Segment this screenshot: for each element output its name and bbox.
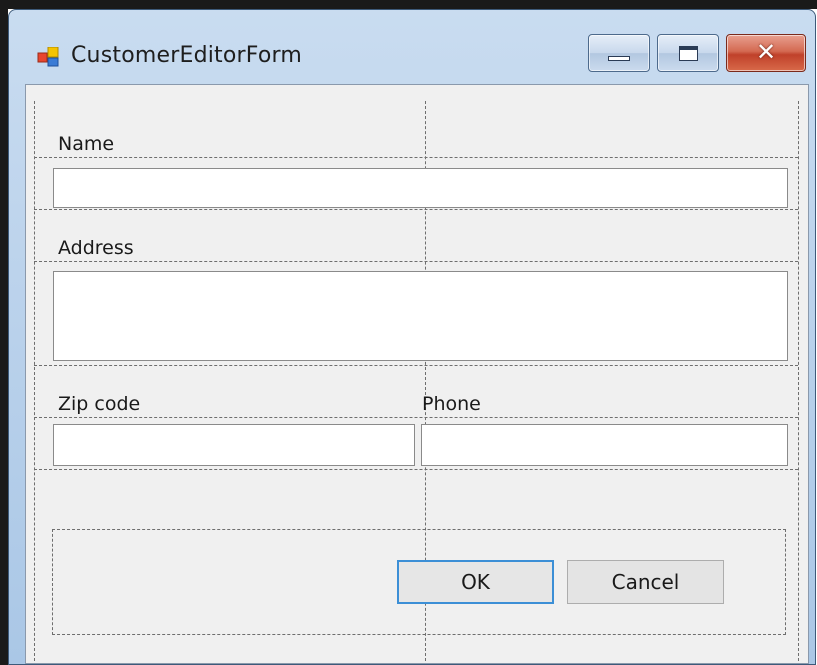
layout-guide-row1-bottom	[34, 209, 798, 210]
maximize-icon	[679, 46, 698, 61]
desktop-edge-left	[0, 0, 8, 665]
layout-guide-right	[798, 101, 799, 661]
close-icon: ✕	[755, 38, 777, 66]
button-panel: OK Cancel	[52, 529, 786, 635]
form-client-area: Name Address Zip code Phone OK Cancel	[25, 84, 809, 664]
layout-guide-left	[34, 101, 35, 661]
maximize-button[interactable]	[657, 34, 719, 72]
phone-field[interactable]	[421, 424, 788, 466]
layout-guide-row1-top	[34, 157, 798, 158]
layout-guide-row2-top	[34, 261, 798, 262]
title-bar[interactable]: CustomerEditorForm ✕	[9, 10, 815, 82]
name-label: Name	[58, 133, 115, 155]
close-button[interactable]: ✕	[726, 34, 806, 72]
window-title: CustomerEditorForm	[71, 43, 302, 68]
layout-guide-row3-bottom	[34, 469, 798, 470]
desktop-edge-top	[0, 0, 817, 9]
minimize-icon	[608, 56, 630, 61]
cancel-button[interactable]: Cancel	[567, 560, 724, 604]
address-label: Address	[58, 237, 134, 259]
minimize-button[interactable]	[588, 34, 650, 72]
name-field[interactable]	[53, 168, 788, 208]
zip-code-field[interactable]	[53, 424, 415, 466]
screenshot-frame: CustomerEditorForm ✕ Name Address Zip co…	[0, 0, 817, 665]
address-field[interactable]	[53, 271, 788, 361]
ok-button[interactable]: OK	[397, 560, 554, 604]
phone-label: Phone	[422, 393, 481, 415]
layout-guide-row2-bottom	[34, 365, 798, 366]
layout-guide-row3-top	[34, 417, 798, 418]
zip-code-label: Zip code	[58, 393, 141, 415]
windows-form-icon	[37, 47, 59, 67]
form-window: CustomerEditorForm ✕ Name Address Zip co…	[8, 9, 816, 665]
